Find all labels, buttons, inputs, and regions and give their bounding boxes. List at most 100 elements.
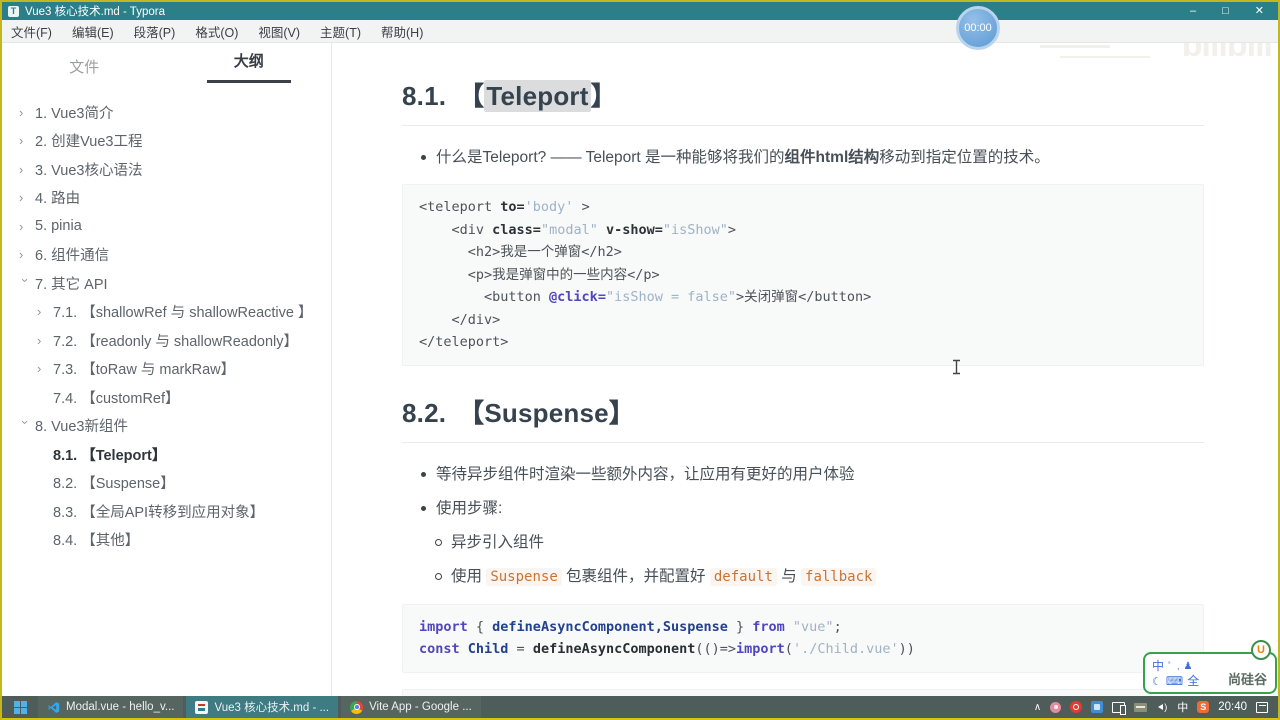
outline-item[interactable]: 7.4. 【customRef】	[2, 383, 331, 412]
chevron-right-icon[interactable]: ›	[19, 162, 35, 177]
sidebar-tabs: 文件 大纲	[2, 43, 331, 89]
menu-view[interactable]: 视图(V)	[248, 22, 310, 41]
bullet-what-is-teleport[interactable]: 什么是Teleport? —— Teleport 是一种能够将我们的组件html…	[420, 147, 1204, 168]
chevron-right-icon[interactable]: ›	[19, 219, 35, 234]
chevron-right-icon[interactable]: ›	[37, 304, 53, 319]
tray-device-icon[interactable]	[1134, 702, 1148, 712]
tray-expand-chevron-icon[interactable]	[1034, 702, 1041, 713]
bullet-usage-steps[interactable]: 使用步骤:	[420, 498, 1204, 519]
ime-mode-indicator[interactable]: 中	[1152, 659, 1164, 673]
start-button[interactable]	[2, 700, 38, 714]
outline-item[interactable]: › 5. pinia	[2, 212, 331, 241]
recording-border-left	[0, 0, 2, 720]
outline-item-label: 8. Vue3新组件	[35, 419, 128, 436]
keyboard-icon[interactable]	[1166, 674, 1183, 688]
outline-item[interactable]: › 1. Vue3简介	[2, 98, 331, 127]
minimize-button[interactable]: –	[1190, 5, 1196, 17]
outline-item[interactable]: 8.1. 【Teleport】	[2, 440, 331, 469]
outline-item[interactable]: › 3. Vue3核心语法	[2, 155, 331, 184]
outline-item[interactable]: 8.3. 【全局API转移到应用对象】	[2, 497, 331, 526]
chevron-right-icon[interactable]: ›	[19, 105, 35, 120]
outline-item[interactable]: › 2. 创建Vue3工程	[2, 127, 331, 156]
outline-item-label: 8.1. 【Teleport】	[53, 447, 167, 464]
code-block-template[interactable]: <template> <div class="app">	[402, 688, 1204, 696]
titlebar[interactable]: T Vue3 核心技术.md - Typora – □ ✕	[2, 2, 1278, 20]
ime-buttons: 中 ゜, 全	[1145, 658, 1214, 689]
outline-item[interactable]: › 8. Vue3新组件	[2, 412, 331, 441]
outline-list: › 1. Vue3简介 › 2. 创建Vue3工程 › 3. Vue3核心语法 › 4. 路由…	[2, 98, 331, 554]
taskbar-app-chrome[interactable]: Vite App - Google ...	[341, 696, 482, 718]
ime-language-indicator[interactable]: 中	[1177, 699, 1188, 715]
close-button[interactable]: ✕	[1255, 5, 1264, 17]
tray-blue-app-icon[interactable]	[1091, 701, 1104, 713]
windows-logo-icon	[13, 700, 27, 714]
sogou-input-icon[interactable]: S	[1197, 701, 1210, 713]
person-icon[interactable]	[1184, 658, 1193, 674]
taskbar-app-label: Modal.vue - hello_v...	[66, 701, 175, 713]
taskbar: Modal.vue - hello_v... Vue3 核心技术.md - ..…	[2, 696, 1278, 718]
notification-center-icon[interactable]	[1256, 701, 1268, 713]
desktop-screen: T Vue3 核心技术.md - Typora – □ ✕ 文件(F) 编辑(E…	[0, 0, 1280, 720]
taskbar-app-vscode[interactable]: Modal.vue - hello_v...	[38, 696, 184, 718]
tab-outline[interactable]: 大纲	[167, 50, 332, 83]
chevron-down-icon[interactable]: ›	[18, 278, 33, 294]
tab-files[interactable]: 文件	[2, 56, 167, 77]
taskbar-app-label: Vite App - Google ...	[369, 701, 472, 713]
ime-punctuation-icon[interactable]: ゜,	[1168, 659, 1180, 673]
outline-item[interactable]: › 7.1. 【shallowRef 与 shallowReactive 】	[2, 298, 331, 327]
taskbar-app-label: Vue3 核心技术.md - ...	[214, 702, 330, 714]
heading-8-2-suspense[interactable]: 8.2. 【Suspense】	[402, 393, 1204, 443]
taskbar-app-typora[interactable]: Vue3 核心技术.md - ...	[186, 696, 339, 718]
ime-status-panel[interactable]: 中 ゜, 全 尚硅谷	[1143, 639, 1277, 694]
outline-item-label: 7.4. 【customRef】	[53, 390, 180, 407]
menu-theme[interactable]: 主题(T)	[310, 22, 371, 41]
screen-recorder-timer[interactable]: 00:00	[956, 6, 1000, 50]
outline-item-label: 1. Vue3简介	[35, 105, 114, 122]
menu-edit[interactable]: 编辑(E)	[62, 22, 124, 41]
sub-bullet-async-import[interactable]: 异步引入组件	[434, 532, 1204, 553]
watermark-dash	[1060, 56, 1150, 58]
sub-bullet-wrap-suspense[interactable]: 使用 Suspense 包裹组件，并配置好 default 与 fallback	[434, 566, 1204, 588]
outline-item[interactable]: › 7. 其它 API	[2, 269, 331, 298]
chevron-right-icon[interactable]: ›	[19, 133, 35, 148]
bullet-suspense-desc[interactable]: 等待异步组件时渲染一些额外内容，让应用有更好的用户体验	[420, 464, 1204, 485]
brand-block: 尚硅谷	[1214, 639, 1275, 688]
chevron-down-icon[interactable]: ›	[18, 420, 33, 436]
menu-file[interactable]: 文件(F)	[2, 22, 62, 41]
code-line: <div class="modal" v-show="isShow">	[419, 221, 737, 238]
bullet-list-teleport: 什么是Teleport? —— Teleport 是一种能够将我们的组件html…	[402, 147, 1204, 168]
code-block-teleport[interactable]: <teleport to='body' > <div class="modal"…	[402, 184, 1204, 366]
shangguigu-logo-icon	[1251, 639, 1271, 660]
monitor-cast-icon[interactable]	[1112, 701, 1127, 715]
outline-item-label: 7.3. 【toRaw 与 markRaw】	[53, 362, 236, 379]
code-block-import[interactable]: import { defineAsyncComponent,Suspense }…	[402, 603, 1204, 673]
code-line: <button @click="isShow = false">关闭弹窗</bu…	[419, 289, 872, 305]
document-editor[interactable]: 8.1. 【Teleport】 什么是Teleport? —— Teleport …	[332, 43, 1278, 696]
outline-item[interactable]: › 7.2. 【readonly 与 shallowReadonly】	[2, 326, 331, 355]
outline-item[interactable]: › 7.3. 【toRaw 与 markRaw】	[2, 355, 331, 384]
menu-help[interactable]: 帮助(H)	[371, 22, 433, 41]
chevron-right-icon[interactable]: ›	[37, 361, 53, 376]
menu-paragraph[interactable]: 段落(P)	[124, 22, 186, 41]
code-line: <p>我是弹窗中的一些内容</p>	[419, 266, 660, 283]
tray-flower-app-icon[interactable]	[1050, 701, 1062, 713]
chevron-right-icon[interactable]: ›	[19, 247, 35, 262]
outline-item-label: 6. 组件通信	[35, 248, 110, 265]
chevron-right-icon[interactable]: ›	[19, 190, 35, 205]
chevron-right-icon[interactable]: ›	[37, 333, 53, 348]
outline-item[interactable]: › 6. 组件通信	[2, 241, 331, 270]
system-tray: 中 S 20:40	[1034, 699, 1278, 715]
menu-format[interactable]: 格式(O)	[185, 22, 248, 41]
clock[interactable]: 20:40	[1218, 701, 1247, 713]
maximize-button[interactable]: □	[1222, 5, 1229, 17]
ime-fullwidth-indicator[interactable]: 全	[1187, 674, 1199, 688]
outline-item[interactable]: 8.2. 【Suspense】	[2, 469, 331, 498]
heading-8-1-teleport[interactable]: 8.1. 【Teleport】	[402, 76, 1204, 126]
outline-item-label: 7. 其它 API	[35, 276, 108, 293]
outline-item[interactable]: › 4. 路由	[2, 184, 331, 213]
moon-icon[interactable]	[1152, 674, 1162, 689]
tray-red-app-icon[interactable]	[1070, 701, 1083, 713]
text-cursor-ibeam	[951, 359, 962, 380]
outline-item[interactable]: 8.4. 【其他】	[2, 526, 331, 555]
volume-icon[interactable]	[1156, 702, 1168, 713]
